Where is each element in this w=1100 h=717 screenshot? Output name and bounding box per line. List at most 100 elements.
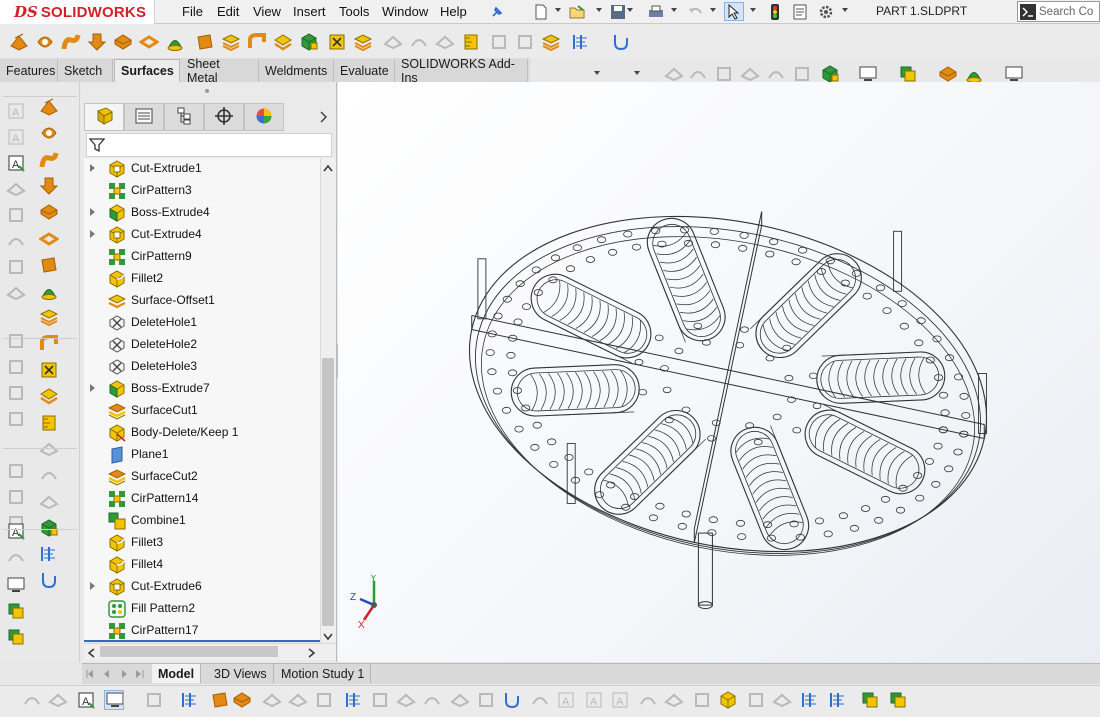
extend-surface-icon[interactable]: [382, 31, 404, 53]
file-properties-icon[interactable]: [790, 2, 810, 21]
tab-motion-study-1[interactable]: Motion Study 1: [275, 664, 372, 683]
display-style-icon[interactable]: [858, 64, 878, 84]
menu-window[interactable]: Window: [378, 3, 432, 20]
zoom-to-area-icon[interactable]: [688, 64, 708, 84]
zoom-to-fit-icon[interactable]: [664, 64, 684, 84]
tab-weldments[interactable]: Weldments: [259, 59, 334, 82]
tab-evaluate[interactable]: Evaluate: [334, 59, 395, 82]
previous-view-icon[interactable]: [766, 64, 786, 84]
filter-text-icon[interactable]: A: [584, 690, 604, 710]
expand-arrow-icon[interactable]: [90, 164, 95, 172]
filter-tolerances-icon[interactable]: [692, 690, 712, 710]
horizontal-scroll-thumb[interactable]: [100, 646, 278, 657]
dimxpert-icon[interactable]: [5, 546, 27, 568]
filter-dimensions-icon[interactable]: [450, 690, 470, 710]
filter-points-icon[interactable]: [344, 690, 364, 710]
scroll-up-arrow[interactable]: [323, 161, 333, 175]
scroll-thumb[interactable]: [322, 358, 334, 626]
feature-tree-item[interactable]: Cut-Extrude4: [84, 224, 320, 246]
extruded-cut-icon[interactable]: [38, 175, 60, 197]
tab-solidworks-add-ins[interactable]: SOLIDWORKS Add-Ins: [395, 57, 528, 85]
scroll-right-arrow[interactable]: [308, 647, 316, 661]
scroll-down-arrow[interactable]: [323, 630, 333, 644]
copy-feature-icon[interactable]: [5, 600, 27, 622]
feature-tree-item[interactable]: Fillet3: [84, 532, 320, 554]
zoom-in-icon[interactable]: [714, 64, 734, 84]
swept-surface-icon[interactable]: [38, 149, 60, 171]
filter-axes-icon[interactable]: [288, 690, 308, 710]
tab-dimxpert-manager[interactable]: [204, 103, 244, 131]
feature-tree-item[interactable]: DeleteHole2: [84, 334, 320, 356]
chevron-down-icon[interactable]: [634, 71, 640, 75]
tab-display-manager[interactable]: [244, 103, 284, 131]
thicken-icon[interactable]: [298, 31, 320, 53]
feature-tree-item[interactable]: Fillet4: [84, 554, 320, 576]
menu-view[interactable]: View: [249, 3, 285, 20]
feature-tree-item[interactable]: Plane1: [84, 444, 320, 466]
filter-notes-icon[interactable]: [476, 690, 496, 710]
feature-tree-item[interactable]: Boss-Extrude4: [84, 202, 320, 224]
tab-sketch[interactable]: Sketch: [58, 59, 113, 82]
tab-3d-views[interactable]: 3D Views: [208, 664, 274, 683]
select-pointer-icon[interactable]: [724, 2, 744, 21]
feature-tree-item[interactable]: Body-Delete/Keep 1: [84, 422, 320, 444]
filled-surface-icon[interactable]: [38, 280, 60, 302]
filled-surface-icon[interactable]: [164, 31, 186, 53]
chevron-down-icon[interactable]: [596, 8, 602, 12]
filter-balloons-icon[interactable]: A: [610, 690, 630, 710]
thicken-cut-icon[interactable]: [488, 31, 510, 53]
feature-tree-item[interactable]: Cut-Extrude1: [84, 158, 320, 180]
smart-dimension-icon[interactable]: [5, 330, 27, 352]
display-dimension-icon[interactable]: [5, 460, 27, 482]
filter-features-icon[interactable]: [530, 690, 550, 710]
tab-configuration-manager[interactable]: [164, 103, 204, 131]
graphics-viewport[interactable]: [338, 82, 1100, 662]
reference-geometry-icon[interactable]: [570, 31, 592, 53]
replace-face-icon[interactable]: [38, 517, 60, 539]
tab-features[interactable]: Features: [0, 59, 58, 82]
filter-vertices-icon[interactable]: [180, 690, 200, 710]
feature-tree-item[interactable]: Fillet2: [84, 268, 320, 290]
feature-tree-item[interactable]: Fill Pattern2: [84, 598, 320, 620]
chevron-down-icon[interactable]: [594, 71, 600, 75]
swept-surface-icon[interactable]: [60, 31, 82, 53]
curves-icon[interactable]: [38, 569, 60, 591]
filter-solids-icon[interactable]: [718, 690, 738, 710]
mid-surface-icon[interactable]: [540, 31, 562, 53]
search-commands-input[interactable]: Search Co: [1017, 1, 1100, 22]
menu-file[interactable]: File: [178, 3, 207, 20]
trim-surface-icon[interactable]: [408, 31, 430, 53]
feature-tree-item[interactable]: CirPattern14: [84, 488, 320, 510]
filter-bodies-icon[interactable]: [232, 690, 252, 710]
menu-insert[interactable]: Insert: [289, 3, 330, 20]
filter-layers-icon[interactable]: [860, 690, 880, 710]
thicken-icon[interactable]: [38, 412, 60, 434]
cut-with-surface-icon[interactable]: [514, 31, 536, 53]
menu-help[interactable]: Help: [436, 3, 471, 20]
filter-reference-icon[interactable]: [48, 690, 68, 710]
print-icon[interactable]: [646, 2, 666, 21]
save-icon[interactable]: [608, 2, 628, 21]
filter-connections-icon[interactable]: [800, 690, 820, 710]
knit-surface-icon[interactable]: [38, 385, 60, 407]
3d-model-wireframe[interactable]: [338, 82, 1100, 662]
lofted-surface-icon[interactable]: [112, 31, 134, 53]
feature-tree-item[interactable]: Boss-Extrude7: [84, 378, 320, 400]
panel-drag-handle[interactable]: [205, 89, 209, 93]
view-orientation-icon[interactable]: [820, 64, 840, 84]
note-icon[interactable]: A: [5, 100, 27, 122]
feature-tree-item[interactable]: Cut-Extrude6: [84, 576, 320, 598]
filter-toolbar-icon[interactable]: A: [76, 690, 96, 710]
filter-clear-icon[interactable]: [888, 690, 908, 710]
feature-tree-item[interactable]: DeleteHole3: [84, 356, 320, 378]
boundary-surface-icon[interactable]: [38, 228, 60, 250]
surface-flatten-icon[interactable]: [272, 31, 294, 53]
filter-sketch-icon[interactable]: [22, 690, 42, 710]
filter-annotations-icon[interactable]: A: [556, 690, 576, 710]
scroll-left-arrow[interactable]: [87, 647, 95, 661]
feature-tree-item[interactable]: CirPattern17: [84, 620, 320, 642]
expand-arrow-icon[interactable]: [90, 230, 95, 238]
replace-face-icon[interactable]: [352, 31, 374, 53]
planar-surface-icon[interactable]: [38, 254, 60, 276]
knit-surface-icon[interactable]: [460, 31, 482, 53]
